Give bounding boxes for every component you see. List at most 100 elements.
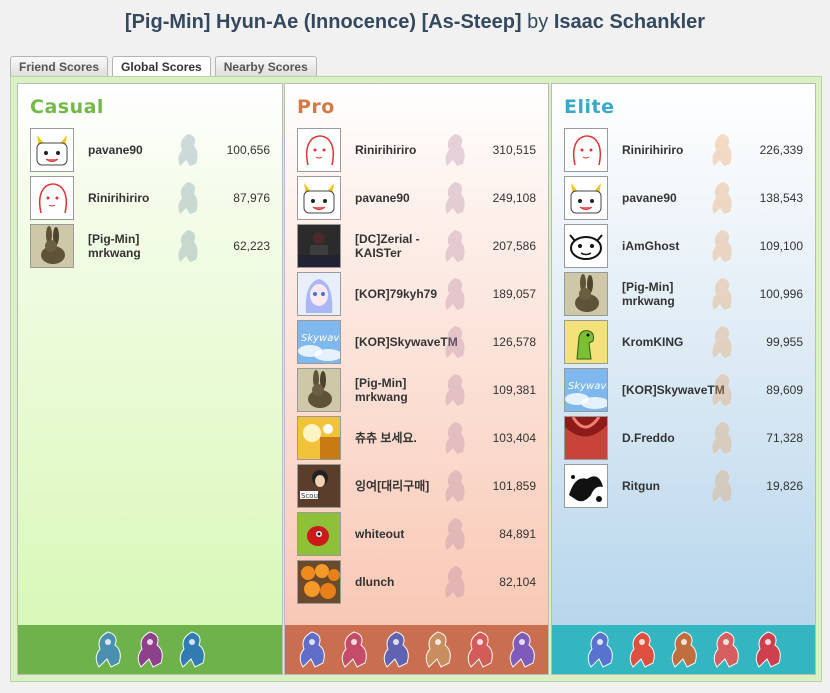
score-row[interactable]: pavane90 249,108 bbox=[297, 174, 536, 222]
difficulty-character-icon[interactable] bbox=[707, 629, 745, 669]
player-name[interactable]: KromKING bbox=[622, 335, 683, 349]
player-name[interactable]: pavane90 bbox=[622, 191, 677, 205]
svg-text:Scout: Scout bbox=[301, 492, 321, 500]
score-row[interactable]: [Pig-Min] mrkwang 100,996 bbox=[564, 270, 803, 318]
elite-title: Elite bbox=[564, 96, 615, 118]
difficulty-character-icon[interactable] bbox=[419, 629, 457, 669]
player-name[interactable]: 츄츄 보세요. bbox=[355, 431, 417, 445]
player-name[interactable]: 잉여[대리구매] bbox=[355, 479, 429, 493]
tab-nearby-scores[interactable]: Nearby Scores bbox=[214, 56, 317, 77]
score-row[interactable]: [Pig-Min] mrkwang 109,381 bbox=[297, 366, 536, 414]
svg-text:Skywave: Skywave bbox=[301, 333, 340, 344]
anime-girl-avatar[interactable] bbox=[297, 272, 341, 316]
difficulty-character-icon[interactable] bbox=[293, 629, 331, 669]
character-silhouette-icon bbox=[712, 470, 732, 502]
cat-avatar[interactable] bbox=[30, 128, 74, 172]
difficulty-character-icon[interactable] bbox=[335, 629, 373, 669]
skywave-avatar[interactable]: Skywave bbox=[564, 368, 608, 412]
sketch-girl-avatar[interactable] bbox=[297, 128, 341, 172]
pro-title: Pro bbox=[297, 96, 335, 118]
player-name[interactable]: Ritgun bbox=[622, 479, 660, 493]
player-name[interactable]: [KOR]79kyh79 bbox=[355, 287, 437, 301]
player-score: 109,381 bbox=[492, 383, 536, 397]
sketch-girl-avatar[interactable] bbox=[564, 128, 608, 172]
hare-avatar[interactable] bbox=[30, 224, 74, 268]
player-score: 126,578 bbox=[492, 335, 536, 349]
score-row[interactable]: [Pig-Min] mrkwang 62,223 bbox=[30, 222, 270, 270]
red-blob-avatar[interactable] bbox=[297, 512, 341, 556]
player-name[interactable]: Rinirihiriro bbox=[355, 143, 416, 157]
difficulty-character-icon[interactable] bbox=[623, 629, 661, 669]
player-name[interactable]: whiteout bbox=[355, 527, 404, 541]
score-row[interactable]: dlunch 82,104 bbox=[297, 558, 536, 606]
score-row[interactable]: [KOR]79kyh79 189,057 bbox=[297, 270, 536, 318]
tab-global-scores[interactable]: Global Scores bbox=[112, 56, 211, 78]
hare-avatar[interactable] bbox=[564, 272, 608, 316]
player-name[interactable]: D.Freddo bbox=[622, 431, 675, 445]
character-silhouette-icon bbox=[445, 422, 465, 454]
elite-panel: Elite Rinirihiriro 226,339 pavane90 138,543… bbox=[551, 83, 816, 675]
player-name[interactable]: [KOR]SkywaveTM bbox=[355, 335, 458, 349]
difficulty-character-icon[interactable] bbox=[503, 629, 541, 669]
score-row[interactable]: Rinirihiriro 226,339 bbox=[564, 126, 803, 174]
difficulty-character-icon[interactable] bbox=[131, 629, 169, 669]
cat-avatar[interactable] bbox=[564, 176, 608, 220]
score-row[interactable]: iAmGhost 109,100 bbox=[564, 222, 803, 270]
score-row[interactable]: 츄츄 보세요. 103,404 bbox=[297, 414, 536, 462]
player-name[interactable]: [Pig-Min] mrkwang bbox=[622, 280, 717, 308]
player-name[interactable]: Rinirihiriro bbox=[88, 191, 149, 205]
pro-character-bar bbox=[285, 625, 548, 674]
player-score: 71,328 bbox=[766, 431, 803, 445]
dark-figure-avatar[interactable] bbox=[297, 224, 341, 268]
difficulty-character-icon[interactable] bbox=[377, 629, 415, 669]
score-row[interactable]: whiteout 84,891 bbox=[297, 510, 536, 558]
difficulty-character-icon[interactable] bbox=[89, 629, 127, 669]
player-name[interactable]: [Pig-Min] mrkwang bbox=[355, 376, 450, 404]
score-row[interactable]: pavane90 138,543 bbox=[564, 174, 803, 222]
player-name[interactable]: [Pig-Min] mrkwang bbox=[88, 232, 183, 260]
score-row[interactable]: KromKING 99,955 bbox=[564, 318, 803, 366]
yellow-photo-avatar[interactable] bbox=[297, 416, 341, 460]
author-name[interactable]: Isaac Schankler bbox=[554, 11, 705, 33]
score-row[interactable]: [DC]Zerial - KAISTer 207,586 bbox=[297, 222, 536, 270]
difficulty-character-icon[interactable] bbox=[749, 629, 787, 669]
sketch-girl-avatar[interactable] bbox=[30, 176, 74, 220]
elite-character-bar bbox=[552, 625, 815, 674]
hare-avatar[interactable] bbox=[297, 368, 341, 412]
player-score: 226,339 bbox=[759, 143, 803, 157]
player-name[interactable]: Rinirihiriro bbox=[622, 143, 683, 157]
difficulty-character-icon[interactable] bbox=[665, 629, 703, 669]
dino-avatar[interactable] bbox=[564, 320, 608, 364]
score-row[interactable]: D.Freddo 71,328 bbox=[564, 414, 803, 462]
difficulty-character-icon[interactable] bbox=[173, 629, 211, 669]
cat-avatar[interactable] bbox=[297, 176, 341, 220]
scout-avatar[interactable]: Scout bbox=[297, 464, 341, 508]
player-name[interactable]: [DC]Zerial - KAISTer bbox=[355, 232, 450, 260]
score-row[interactable]: Skywave [KOR]SkywaveTM 89,609 bbox=[564, 366, 803, 414]
ink-splash-avatar[interactable] bbox=[564, 464, 608, 508]
svg-text:Skywave: Skywave bbox=[568, 381, 607, 392]
character-silhouette-icon bbox=[445, 374, 465, 406]
skywave-avatar[interactable]: Skywave bbox=[297, 320, 341, 364]
score-row[interactable]: pavane90 100,656 bbox=[30, 126, 270, 174]
player-name[interactable]: [KOR]SkywaveTM bbox=[622, 383, 725, 397]
player-name[interactable]: dlunch bbox=[355, 575, 394, 589]
difficulty-character-icon[interactable] bbox=[581, 629, 619, 669]
player-name[interactable]: pavane90 bbox=[88, 143, 143, 157]
player-name[interactable]: iAmGhost bbox=[622, 239, 679, 253]
character-silhouette-icon bbox=[712, 374, 732, 406]
score-row[interactable]: Scout 잉여[대리구매] 101,859 bbox=[297, 462, 536, 510]
difficulty-character-icon[interactable] bbox=[461, 629, 499, 669]
ghost-face-avatar[interactable] bbox=[564, 224, 608, 268]
player-score: 99,955 bbox=[766, 335, 803, 349]
character-silhouette-icon bbox=[712, 422, 732, 454]
score-row[interactable]: Ritgun 19,826 bbox=[564, 462, 803, 510]
score-row[interactable]: Skywave [KOR]SkywaveTM 126,578 bbox=[297, 318, 536, 366]
score-row[interactable]: Rinirihiriro 310,515 bbox=[297, 126, 536, 174]
oranges-avatar[interactable] bbox=[297, 560, 341, 604]
character-silhouette-icon bbox=[445, 326, 465, 358]
player-name[interactable]: pavane90 bbox=[355, 191, 410, 205]
score-row[interactable]: Rinirihiriro 87,976 bbox=[30, 174, 270, 222]
tab-friend-scores[interactable]: Friend Scores bbox=[10, 56, 109, 77]
red-abstract-avatar[interactable] bbox=[564, 416, 608, 460]
